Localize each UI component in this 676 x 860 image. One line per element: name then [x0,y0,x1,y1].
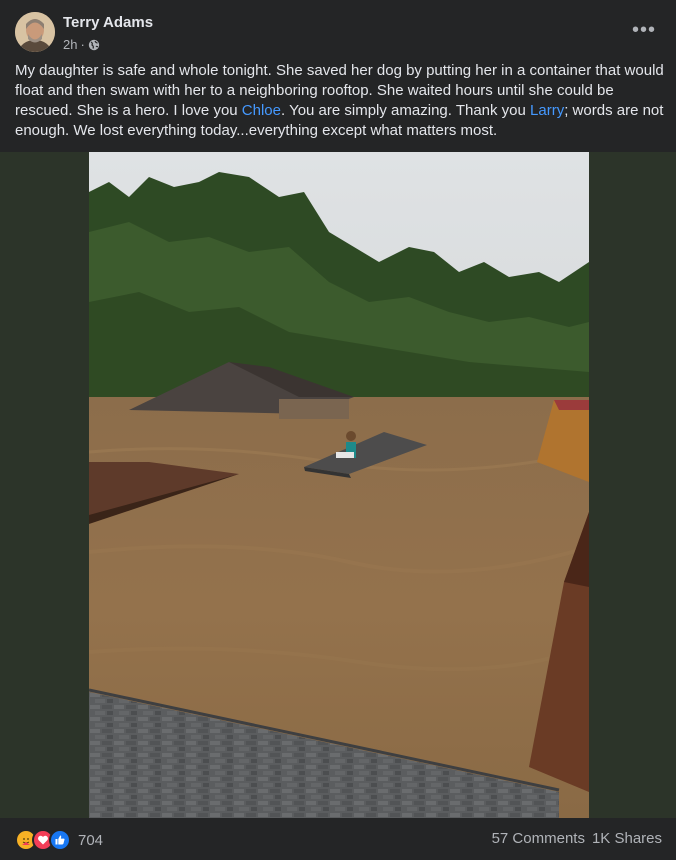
author-name[interactable]: Terry Adams [63,14,153,31]
shares-count-link[interactable]: 1K Shares [592,830,662,847]
flood-photo [89,152,589,818]
post-text-part-2: . You are simply amazing. Thank you [281,102,531,119]
avatar-photo [15,12,55,52]
like-icon [49,829,71,851]
engagement-stats: 57 Comments 1K Shares [492,830,662,847]
post-meta: 2h · [63,37,100,52]
mention-link[interactable]: Chloe [242,102,281,119]
post-card: Terry Adams 2h · ••• My daughter is safe… [0,0,676,860]
globe-icon[interactable] [88,39,100,51]
post-photo[interactable] [89,152,589,818]
reaction-count[interactable]: 704 [78,832,103,849]
post-footer: 704 57 Comments 1K Shares [0,818,676,860]
photo-container [0,152,676,818]
mention-link[interactable]: Larry [530,102,564,119]
post-time[interactable]: 2h [63,37,77,52]
reactions-summary[interactable]: 704 [15,829,103,851]
author-avatar[interactable] [15,12,55,52]
post-header: Terry Adams 2h · ••• [0,0,676,62]
post-text: My daughter is safe and whole tonight. S… [15,61,667,141]
meta-separator: · [80,37,85,52]
more-options-button[interactable]: ••• [630,16,658,44]
comments-count-link[interactable]: 57 Comments [492,830,585,847]
